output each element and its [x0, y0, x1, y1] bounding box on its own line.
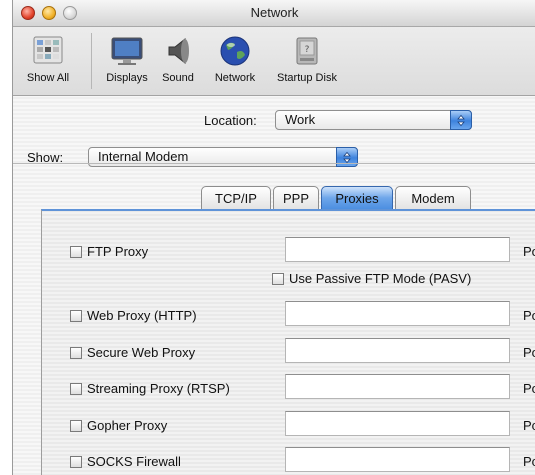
checkbox-box[interactable] — [70, 420, 82, 432]
toolbar-separator — [91, 33, 92, 89]
proxies-panel: FTP Proxy Port: Use Passive FTP Mode (PA… — [41, 209, 535, 475]
window-title: Network — [250, 5, 299, 20]
checkbox-box[interactable] — [70, 347, 82, 359]
tab-label: PPP — [282, 191, 309, 206]
svg-text:?: ? — [305, 45, 310, 55]
streaming-proxy-server-field[interactable] — [285, 374, 510, 399]
port-label: Port: — [523, 381, 535, 396]
toolbar-label: Network — [214, 72, 256, 84]
passive-ftp-checkbox[interactable]: Use Passive FTP Mode (PASV) — [272, 271, 471, 286]
checkbox-box[interactable] — [272, 273, 284, 285]
displays-icon — [111, 37, 143, 65]
streaming-proxy-checkbox[interactable]: Streaming Proxy (RTSP) — [70, 381, 230, 396]
socks-firewall-checkbox[interactable]: SOCKS Firewall — [70, 454, 181, 469]
checkbox-box[interactable] — [70, 310, 82, 322]
tab-modem[interactable]: Modem — [395, 186, 471, 210]
port-label: Port: — [523, 308, 535, 323]
checkbox-label: Gopher Proxy — [87, 418, 168, 433]
popup-arrows-icon — [336, 147, 358, 167]
network-icon — [220, 36, 250, 66]
secure-web-proxy-server-field[interactable] — [285, 338, 510, 363]
title-bar[interactable]: Network — [13, 0, 535, 27]
toolbar-label: Startup Disk — [277, 72, 337, 84]
tab-tcpip[interactable]: TCP/IP — [201, 186, 271, 210]
tab-ppp[interactable]: PPP — [273, 186, 319, 210]
tab-label: Proxies — [335, 191, 379, 206]
secure-web-proxy-checkbox[interactable]: Secure Web Proxy — [70, 345, 195, 360]
port-label: Port: — [523, 345, 535, 360]
checkbox-label: Web Proxy (HTTP) — [87, 308, 197, 323]
gopher-proxy-server-field[interactable] — [285, 411, 510, 436]
toolbar-show-all[interactable]: Show All — [19, 35, 77, 84]
toolbar-label: Displays — [106, 72, 148, 84]
checkbox-box[interactable] — [70, 246, 82, 258]
toolbar-label: Sound — [162, 72, 194, 84]
port-label: Port: — [523, 244, 535, 259]
checkbox-box[interactable] — [70, 456, 82, 468]
checkbox-label: Secure Web Proxy — [87, 345, 196, 360]
network-preferences-window: Network Show All Displays Sound Network … — [12, 0, 535, 475]
tab-label: TCP/IP — [215, 191, 257, 206]
socks-firewall-server-field[interactable] — [285, 447, 510, 472]
gopher-proxy-checkbox[interactable]: Gopher Proxy — [70, 418, 167, 433]
toolbar-label: Show All — [26, 72, 70, 84]
section-divider — [13, 163, 535, 164]
ftp-proxy-server-field[interactable] — [285, 237, 510, 262]
checkbox-label: Use Passive FTP Mode (PASV) — [289, 271, 472, 286]
port-label: Port: — [523, 454, 535, 469]
checkbox-box[interactable] — [70, 383, 82, 395]
location-label: Location: — [204, 113, 257, 128]
sound-icon — [168, 37, 189, 65]
toolbar-displays[interactable]: Displays — [103, 35, 151, 84]
toolbar-network[interactable]: Network — [207, 35, 263, 84]
ftp-proxy-checkbox[interactable]: FTP Proxy — [70, 244, 148, 259]
tab-proxies[interactable]: Proxies — [321, 186, 393, 210]
location-popup[interactable]: Work — [275, 110, 472, 130]
port-label: Port: — [523, 418, 535, 433]
web-proxy-checkbox[interactable]: Web Proxy (HTTP) — [70, 308, 197, 323]
toolbar-startup-disk[interactable]: ? Startup Disk — [271, 35, 343, 84]
show-all-icon — [33, 36, 63, 64]
checkbox-label: Streaming Proxy (RTSP) — [87, 381, 230, 396]
startup-disk-icon: ? — [296, 37, 318, 65]
web-proxy-server-field[interactable] — [285, 301, 510, 326]
show-value: Internal Modem — [98, 149, 189, 164]
toolbar-sound[interactable]: Sound — [156, 35, 200, 84]
checkbox-label: FTP Proxy — [87, 244, 149, 259]
checkbox-label: SOCKS Firewall — [87, 454, 181, 469]
popup-arrows-icon — [450, 110, 472, 130]
location-value: Work — [285, 112, 316, 127]
show-popup[interactable]: Internal Modem — [88, 147, 358, 167]
toolbar: Show All Displays Sound Network ? Startu… — [13, 27, 535, 96]
tab-label: Modem — [411, 191, 455, 206]
